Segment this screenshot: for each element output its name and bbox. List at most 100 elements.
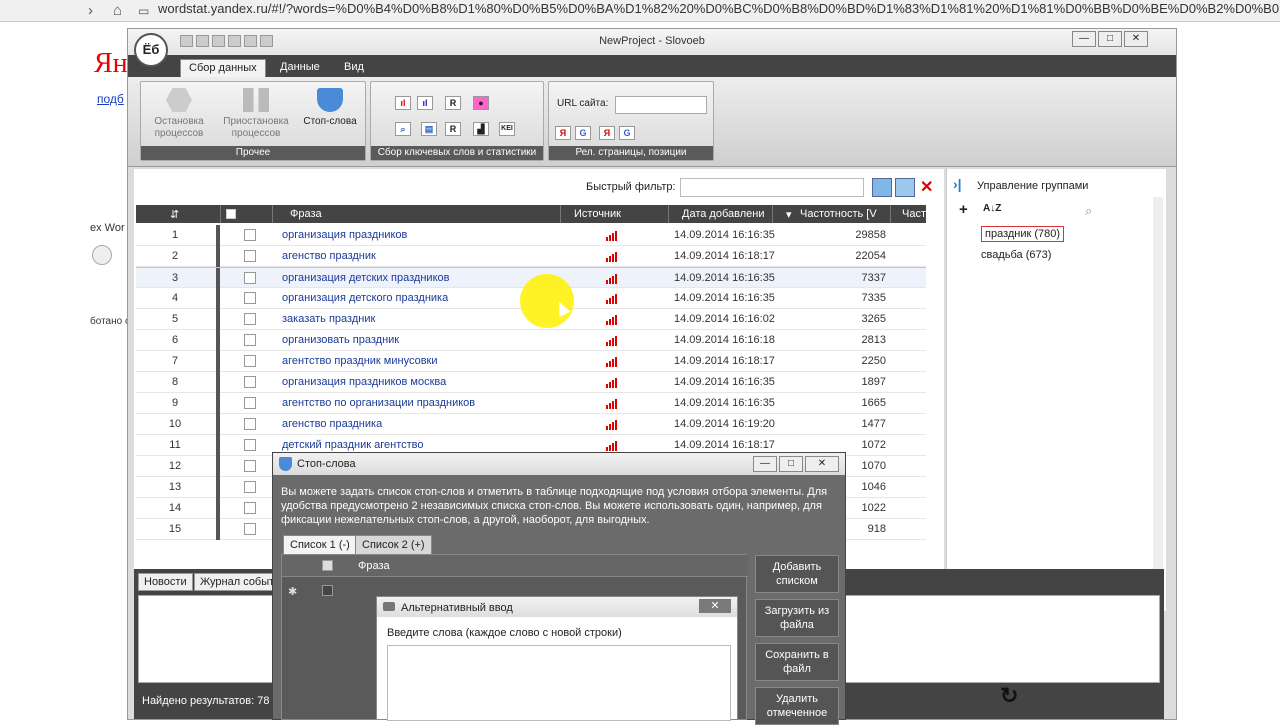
filter-icon[interactable] — [872, 178, 892, 197]
row-number-header-icon[interactable]: ⇵ — [170, 208, 179, 221]
yandex-position-icon[interactable]: Я — [599, 126, 615, 140]
header-phrase[interactable]: Фраза — [290, 208, 322, 220]
input-instructions: Введите слова (каждое слово с новой стро… — [387, 627, 622, 639]
pause-processes-button[interactable]: Приостановка процессов — [219, 88, 293, 140]
row-checkbox[interactable] — [244, 397, 256, 409]
group-item[interactable]: свадьба (673) — [981, 249, 1051, 261]
rambler-icon[interactable]: R — [445, 96, 461, 110]
delete-checked-button[interactable]: Удалить отмеченное — [755, 687, 839, 725]
minimize-button[interactable]: — — [753, 456, 777, 472]
table-row[interactable]: 9 агентство по организации праздников 14.0… — [136, 393, 926, 414]
row-number: 14 — [168, 502, 182, 514]
add-group-icon[interactable]: + — [959, 201, 968, 218]
row-checkbox[interactable] — [244, 376, 256, 388]
vertical-scrollbar[interactable] — [1153, 197, 1163, 587]
phrase-link[interactable]: организовать праздник — [282, 334, 399, 346]
google-position-icon[interactable]: G — [619, 126, 635, 140]
minimize-button[interactable]: — — [1072, 31, 1096, 47]
save-to-file-button[interactable]: Сохранить в файл — [755, 643, 839, 681]
phrase-link[interactable]: организация детского праздника — [282, 292, 448, 304]
quick-filter-input[interactable] — [680, 178, 864, 197]
phrase-link[interactable]: агентство по организации праздников — [282, 397, 475, 409]
row-checkbox[interactable] — [244, 355, 256, 367]
phrase-link[interactable]: агентство праздник минусовки — [282, 355, 438, 367]
row-checkbox[interactable] — [244, 272, 256, 284]
phrase-link[interactable]: организация праздников — [282, 229, 407, 241]
google-icon[interactable]: G — [575, 126, 591, 140]
ribbon-group-label: Прочее — [141, 146, 365, 160]
maximize-button[interactable]: □ — [1098, 31, 1122, 47]
add-list-button[interactable]: Добавить списком — [755, 555, 839, 593]
row-checkbox[interactable] — [244, 418, 256, 430]
table-row[interactable]: 1 организация праздников 14.09.2014 16:16:… — [136, 225, 926, 246]
row-checkbox[interactable] — [244, 523, 256, 535]
close-button[interactable]: ✕ — [699, 599, 731, 613]
url-input[interactable] — [615, 96, 707, 114]
table-row[interactable]: 2 агенство праздник 14.09.2014 16:18:17 220… — [136, 246, 926, 267]
group-item[interactable]: праздник (780) — [981, 226, 1065, 242]
stop-words-button[interactable]: Стоп-слова — [299, 88, 361, 128]
wordstat-source-icon — [606, 399, 620, 409]
refresh-icon[interactable]: ↻ — [1000, 683, 1018, 709]
phrase-link[interactable]: организация праздников москва — [282, 376, 446, 388]
yandex-icon[interactable]: Я — [555, 126, 571, 140]
row-checkbox[interactable] — [322, 585, 333, 596]
home-icon[interactable]: ⌂ — [113, 2, 122, 19]
tab-news[interactable]: Новости — [138, 573, 193, 591]
sort-az-icon[interactable]: A↓Z — [983, 203, 1001, 214]
select-all-checkbox[interactable] — [226, 209, 236, 219]
table-row[interactable]: 10 агенство праздника 14.09.2014 16:19:20 1… — [136, 414, 926, 435]
table-row[interactable]: 6 организовать праздник 14.09.2014 16:16:1… — [136, 330, 926, 351]
table-row[interactable]: 8 организация праздников москва 14.09.2014… — [136, 372, 926, 393]
wordstat-icon[interactable]: ıl — [395, 96, 411, 110]
row-checkbox[interactable] — [244, 229, 256, 241]
tab-event-log[interactable]: Журнал событ — [194, 573, 274, 591]
row-checkbox[interactable] — [244, 502, 256, 514]
tab-collect[interactable]: Сбор данных — [180, 59, 266, 77]
tab-view[interactable]: Вид — [336, 59, 372, 77]
background-link[interactable]: подб — [97, 92, 124, 106]
header-frequency[interactable]: Частотность [V — [800, 208, 884, 220]
grid-header-phrase: Фраза — [358, 560, 390, 572]
search-icon[interactable]: ⌕ — [1085, 203, 1092, 219]
phrase-link[interactable]: агенство праздника — [282, 418, 382, 430]
rambler-stats-icon[interactable]: R — [445, 122, 461, 136]
row-checkbox[interactable] — [244, 481, 256, 493]
header-date[interactable]: Дата добавлени — [682, 208, 766, 220]
row-checkbox[interactable] — [244, 250, 256, 262]
tab-list-2[interactable]: Список 2 (+) — [355, 535, 432, 555]
select-all-checkbox[interactable] — [322, 560, 333, 571]
words-textarea[interactable] — [387, 645, 731, 721]
close-button[interactable]: ✕ — [805, 456, 839, 472]
phrase-link[interactable]: детский праздник агентство — [282, 439, 424, 451]
kei-icon[interactable]: KEI — [499, 122, 515, 136]
funnel-icon[interactable] — [895, 178, 915, 197]
tab-data[interactable]: Данные — [272, 59, 328, 77]
header-frequency-2[interactable]: Част — [902, 208, 926, 220]
row-checkbox[interactable] — [244, 292, 256, 304]
phrase-link[interactable]: агенство праздник — [282, 250, 376, 262]
row-checkbox[interactable] — [244, 460, 256, 472]
header-source[interactable]: Источник — [574, 208, 621, 220]
load-from-file-button[interactable]: Загрузить из файла — [755, 599, 839, 637]
chart-icon[interactable]: ▟ — [473, 122, 489, 136]
maximize-button[interactable]: □ — [779, 456, 803, 472]
close-button[interactable]: ✕ — [1124, 31, 1148, 47]
wordstat-multi-icon[interactable]: ıl — [417, 96, 433, 110]
table-row[interactable]: 7 агентство праздник минусовки 14.09.2014 … — [136, 351, 926, 372]
table-icon[interactable]: ▤ — [421, 122, 437, 136]
phrase-link[interactable]: заказать праздник — [282, 313, 375, 325]
app-logo[interactable]: Ёб — [134, 33, 168, 67]
collapse-panel-icon[interactable]: ›| — [953, 176, 962, 192]
search-icon[interactable]: ⌕ — [395, 122, 411, 136]
tab-list-1[interactable]: Список 1 (-) — [283, 535, 357, 555]
address-bar[interactable]: wordstat.yandex.ru/#!/?words=%D0%B4%D0%B… — [158, 1, 1279, 16]
clear-filter-icon[interactable]: ✕ — [920, 177, 933, 197]
row-checkbox[interactable] — [244, 439, 256, 451]
forward-icon[interactable]: › — [88, 2, 93, 19]
google-icon[interactable]: ● — [473, 96, 489, 110]
stop-processes-button[interactable]: Остановка процессов — [147, 88, 211, 140]
row-checkbox[interactable] — [244, 334, 256, 346]
row-checkbox[interactable] — [244, 313, 256, 325]
phrase-link[interactable]: организация детских праздников — [282, 272, 449, 284]
